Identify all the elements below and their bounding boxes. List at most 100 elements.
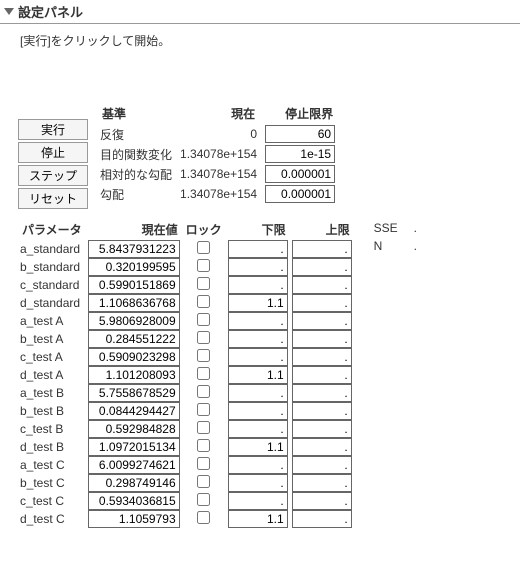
param-lock-checkbox[interactable] (197, 475, 210, 488)
stats-label: N (374, 239, 412, 255)
param-value-input[interactable] (88, 492, 180, 510)
go-button[interactable]: 実行 (18, 119, 88, 140)
param-lower-input[interactable] (228, 276, 288, 294)
param-lower-input[interactable] (228, 294, 288, 312)
param-lower-input[interactable] (228, 402, 288, 420)
param-row: b_test B (18, 402, 354, 420)
param-value-input[interactable] (88, 330, 180, 348)
stats-label: SSE (374, 221, 412, 237)
param-lock-checkbox[interactable] (197, 511, 210, 524)
param-upper-input[interactable] (292, 240, 352, 258)
param-lower-input[interactable] (228, 348, 288, 366)
param-value-input[interactable] (88, 312, 180, 330)
param-row: d_test B (18, 438, 354, 456)
param-lock-checkbox[interactable] (197, 493, 210, 506)
param-value-input[interactable] (88, 438, 180, 456)
param-lower-input[interactable] (228, 240, 288, 258)
param-value-input[interactable] (88, 456, 180, 474)
param-value-input[interactable] (88, 420, 180, 438)
stop-button[interactable]: 停止 (18, 142, 88, 163)
criteria-row: 相対的な勾配1.34078e+154 (96, 164, 339, 184)
param-name: d_test A (18, 366, 86, 384)
param-lock-checkbox[interactable] (197, 403, 210, 416)
step-button[interactable]: ステップ (18, 165, 88, 186)
param-lower-input[interactable] (228, 384, 288, 402)
param-upper-input[interactable] (292, 312, 352, 330)
param-lock-checkbox[interactable] (197, 331, 210, 344)
param-lock-checkbox[interactable] (197, 241, 210, 254)
param-header-lower: 下限 (226, 219, 290, 240)
param-lock-checkbox[interactable] (197, 313, 210, 326)
param-value-input[interactable] (88, 240, 180, 258)
param-lock-checkbox[interactable] (197, 457, 210, 470)
param-lock-checkbox[interactable] (197, 385, 210, 398)
param-upper-input[interactable] (292, 384, 352, 402)
reset-button[interactable]: リセット (18, 188, 88, 209)
param-lower-input[interactable] (228, 492, 288, 510)
param-value-input[interactable] (88, 510, 180, 528)
criteria-row: 反復0 (96, 124, 339, 144)
param-lock-checkbox[interactable] (197, 259, 210, 272)
criteria-limit-input[interactable] (265, 185, 335, 203)
criteria-limit-input[interactable] (265, 145, 335, 163)
param-upper-input[interactable] (292, 276, 352, 294)
criteria-header-current: 現在 (176, 103, 261, 124)
param-row: d_standard (18, 294, 354, 312)
criteria-table: 基準 現在 停止限界 反復0目的関数変化1.34078e+154相対的な勾配1.… (96, 103, 339, 204)
criteria-current: 1.34078e+154 (176, 164, 261, 184)
param-upper-input[interactable] (292, 438, 352, 456)
param-upper-input[interactable] (292, 474, 352, 492)
criteria-label: 相対的な勾配 (96, 164, 176, 184)
param-row: c_standard (18, 276, 354, 294)
button-column: 実行 停止 ステップ リセット (18, 119, 88, 209)
param-lower-input[interactable] (228, 474, 288, 492)
param-value-input[interactable] (88, 474, 180, 492)
disclosure-triangle-icon[interactable] (4, 8, 14, 15)
param-value-input[interactable] (88, 366, 180, 384)
param-lock-checkbox[interactable] (197, 349, 210, 362)
param-value-input[interactable] (88, 402, 180, 420)
param-lower-input[interactable] (228, 366, 288, 384)
param-lower-input[interactable] (228, 510, 288, 528)
criteria-limit-input[interactable] (265, 125, 335, 143)
param-upper-input[interactable] (292, 510, 352, 528)
param-lock-checkbox[interactable] (197, 277, 210, 290)
criteria-current: 1.34078e+154 (176, 144, 261, 164)
param-upper-input[interactable] (292, 492, 352, 510)
param-value-input[interactable] (88, 294, 180, 312)
param-upper-input[interactable] (292, 456, 352, 474)
param-row: a_test A (18, 312, 354, 330)
param-lock-checkbox[interactable] (197, 367, 210, 380)
param-upper-input[interactable] (292, 294, 352, 312)
param-upper-input[interactable] (292, 420, 352, 438)
param-upper-input[interactable] (292, 330, 352, 348)
param-value-input[interactable] (88, 384, 180, 402)
criteria-header-criterion: 基準 (96, 103, 176, 124)
param-value-input[interactable] (88, 258, 180, 276)
param-lock-checkbox[interactable] (197, 439, 210, 452)
param-header-name: パラメータ (18, 219, 86, 240)
param-upper-input[interactable] (292, 366, 352, 384)
panel-header: 設定パネル (0, 0, 520, 24)
param-lower-input[interactable] (228, 420, 288, 438)
param-lock-checkbox[interactable] (197, 295, 210, 308)
stats-row: N. (374, 239, 431, 255)
param-lower-input[interactable] (228, 258, 288, 276)
param-table: パラメータ 現在値 ロック 下限 上限 a_standardb_standard… (18, 219, 354, 528)
param-lower-input[interactable] (228, 330, 288, 348)
param-lower-input[interactable] (228, 312, 288, 330)
param-upper-input[interactable] (292, 258, 352, 276)
param-lower-input[interactable] (228, 438, 288, 456)
param-row: d_test A (18, 366, 354, 384)
param-lower-input[interactable] (228, 456, 288, 474)
param-upper-input[interactable] (292, 402, 352, 420)
criteria-current: 1.34078e+154 (176, 184, 261, 204)
param-upper-input[interactable] (292, 348, 352, 366)
param-row: b_test A (18, 330, 354, 348)
param-value-input[interactable] (88, 348, 180, 366)
param-name: b_test B (18, 402, 86, 420)
param-lock-checkbox[interactable] (197, 421, 210, 434)
criteria-limit-input[interactable] (265, 165, 335, 183)
param-name: b_test C (18, 474, 86, 492)
param-value-input[interactable] (88, 276, 180, 294)
